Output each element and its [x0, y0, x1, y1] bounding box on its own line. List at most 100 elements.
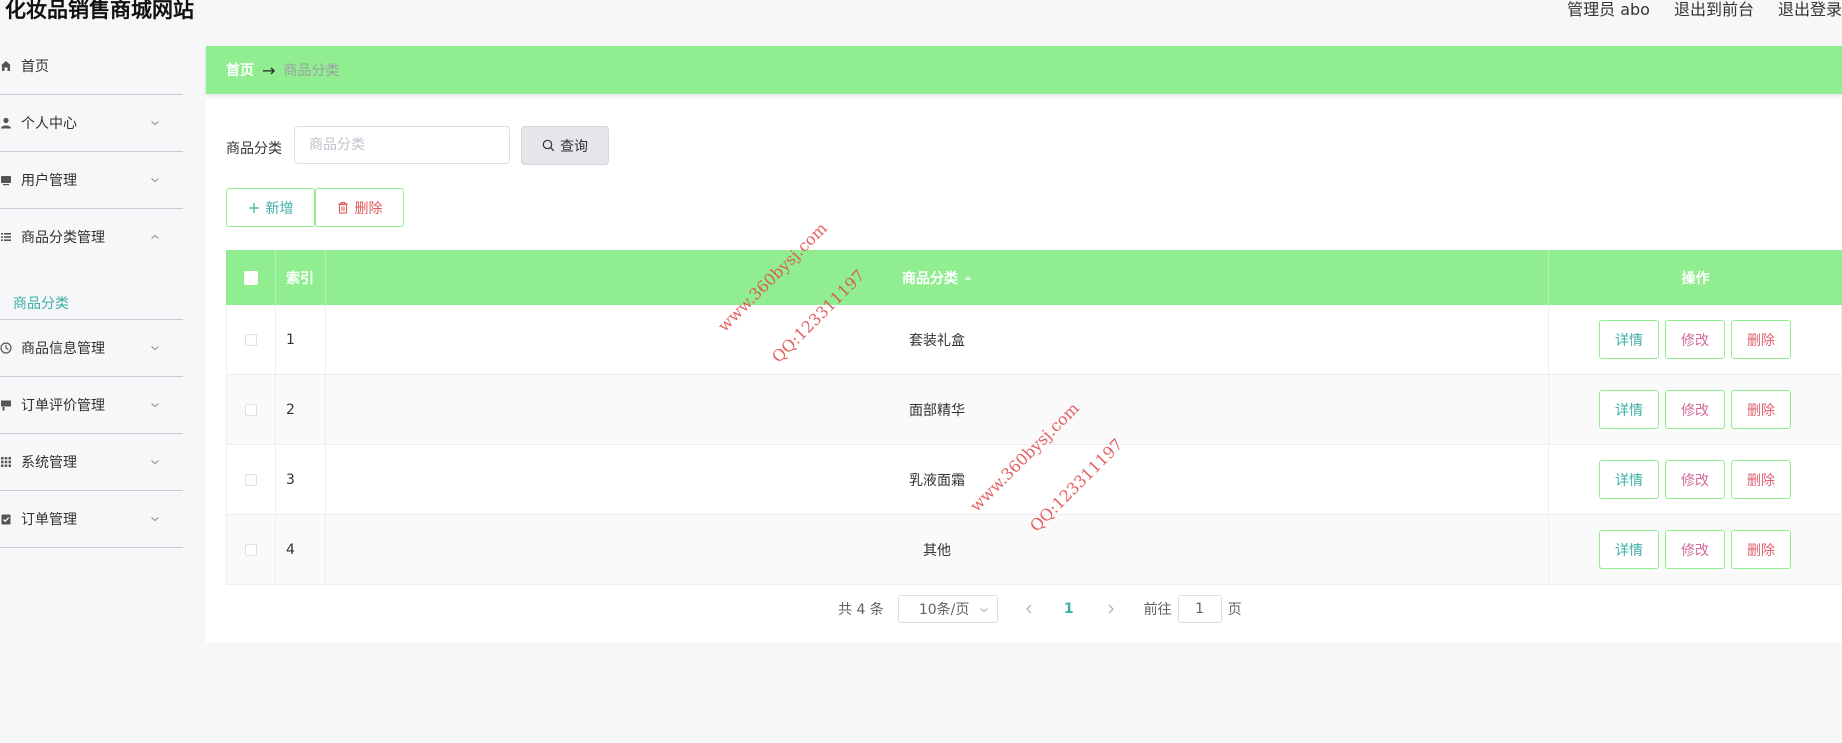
page-number-current[interactable]: 1 — [1064, 601, 1074, 617]
edit-button[interactable]: 修改 — [1665, 460, 1725, 499]
page-size-value: 10条/页 — [918, 602, 970, 618]
site-title: 化妆品销售商城网站 — [5, 0, 194, 22]
grid-icon — [1, 457, 11, 467]
header-ops: 操作 — [1681, 270, 1710, 287]
row-checkbox[interactable] — [245, 543, 257, 556]
search-button-label: 查询 — [560, 138, 588, 155]
chevron-down-icon — [151, 403, 159, 408]
card-icon — [1, 176, 11, 186]
sidebar-item-category-management-header[interactable]: 商品分类管理 — [0, 209, 183, 265]
sidebar: 首页 个人中心 用户管理 商品分类管理 商品分类 商品信息管理 订单评价管理 系… — [0, 38, 183, 743]
breadcrumb-current: 商品分类 — [283, 63, 340, 79]
plus-icon — [248, 202, 259, 213]
page-jump-input[interactable] — [1177, 595, 1222, 623]
row-ops: 详情 修改 删除 — [1549, 445, 1842, 514]
delete-button[interactable]: 删除 — [1731, 460, 1791, 499]
sidebar-item-personal[interactable]: 个人中心 — [0, 95, 183, 152]
list-icon — [1, 233, 11, 241]
sidebar-item-label: 商品信息管理 — [21, 341, 105, 357]
header-checkbox-cell — [226, 250, 276, 305]
delete-button[interactable]: 删除 — [1731, 320, 1791, 359]
sidebar-item-orders[interactable]: 订单管理 — [0, 491, 183, 548]
edit-button[interactable]: 修改 — [1665, 530, 1725, 569]
row-category: 乳液面霜 — [326, 445, 1549, 514]
table-row: 1 套装礼盒 详情 修改 删除 — [226, 305, 1842, 375]
table-row: 4 其他 详情 修改 删除 — [226, 515, 1842, 585]
sidebar-item-label: 首页 — [21, 59, 49, 75]
breadcrumb: 首页 → 商品分类 — [206, 46, 1842, 94]
detail-button[interactable]: 详情 — [1599, 320, 1659, 359]
edit-button[interactable]: 修改 — [1665, 390, 1725, 429]
exit-to-front-link[interactable]: 退出到前台 — [1674, 0, 1754, 20]
row-ops: 详情 修改 删除 — [1549, 305, 1842, 374]
row-checkbox-cell — [226, 445, 276, 514]
row-index: 1 — [276, 305, 326, 374]
chevron-down-icon — [979, 608, 988, 613]
row-checkbox-cell — [226, 515, 276, 584]
sidebar-item-label: 用户管理 — [21, 173, 77, 189]
chevron-down-icon — [151, 346, 159, 351]
sort-caret-icon[interactable] — [964, 275, 972, 280]
pagination-total: 共 4 条 — [838, 602, 884, 618]
sidebar-item-users[interactable]: 用户管理 — [0, 152, 183, 209]
sidebar-item-system[interactable]: 系统管理 — [0, 434, 183, 491]
header-category[interactable]: 商品分类 — [326, 250, 1549, 305]
row-index: 4 — [276, 515, 326, 584]
delete-button[interactable]: 删除 — [1731, 390, 1791, 429]
chevron-right-icon[interactable] — [1104, 602, 1118, 616]
search-button[interactable]: 查询 — [521, 126, 609, 165]
header-index: 索引 — [276, 250, 326, 305]
table-header: 索引 商品分类 操作 — [226, 250, 1842, 305]
table-row: 3 乳液面霜 详情 修改 删除 — [226, 445, 1842, 515]
add-button[interactable]: 新增 — [226, 188, 315, 227]
row-category: 其他 — [326, 515, 1549, 584]
sidebar-item-order-review[interactable]: 订单评价管理 — [0, 377, 183, 434]
search-icon — [542, 139, 555, 152]
page-size-select[interactable]: 10条/页 — [897, 595, 998, 623]
home-icon — [1, 61, 11, 71]
clipboard-check-icon — [1, 514, 11, 525]
detail-button[interactable]: 详情 — [1599, 460, 1659, 499]
select-all-checkbox[interactable] — [243, 270, 258, 285]
row-index: 3 — [276, 445, 326, 514]
pagination: 共 4 条 10条/页 1 前往 页 — [838, 595, 1242, 623]
main-content: 首页 → 商品分类 商品分类 查询 新增 删除 索引 商品分类 操作 — [206, 46, 1842, 643]
logout-link[interactable]: 退出登录 — [1778, 0, 1842, 20]
chevron-left-icon[interactable] — [1022, 602, 1036, 616]
breadcrumb-home[interactable]: 首页 — [226, 60, 254, 80]
row-checkbox-cell — [226, 375, 276, 444]
detail-button[interactable]: 详情 — [1599, 390, 1659, 429]
chevron-down-icon — [151, 121, 159, 126]
detail-button[interactable]: 详情 — [1599, 530, 1659, 569]
sidebar-item-label: 订单管理 — [21, 512, 77, 528]
top-bar: 化妆品销售商城网站 管理员 abo 退出到前台 退出登录 — [0, 0, 1842, 38]
admin-name: 管理员 abo — [1567, 0, 1650, 19]
edit-button[interactable]: 修改 — [1665, 320, 1725, 359]
chevron-down-icon — [151, 460, 159, 465]
chevron-down-icon — [151, 517, 159, 522]
sidebar-subitem-category[interactable]: 商品分类 — [13, 293, 69, 313]
header-category-label: 商品分类 — [902, 270, 958, 287]
add-button-label: 新增 — [265, 200, 294, 217]
sidebar-item-label: 订单评价管理 — [21, 398, 105, 414]
search-input[interactable] — [294, 126, 510, 164]
sidebar-item-category-management: 商品分类管理 商品分类 — [0, 209, 183, 320]
row-checkbox[interactable] — [245, 333, 257, 346]
trash-icon — [337, 201, 348, 214]
category-table: 索引 商品分类 操作 1 套装礼盒 详情 修改 删除 2 面部精华 详情 修改 … — [226, 250, 1842, 585]
sidebar-item-label: 个人中心 — [21, 116, 77, 132]
clock-icon — [0, 342, 12, 354]
sidebar-item-product-info[interactable]: 商品信息管理 — [0, 320, 183, 377]
comment-icon — [1, 400, 11, 411]
row-category: 面部精华 — [326, 375, 1549, 444]
delete-button[interactable]: 删除 — [1731, 530, 1791, 569]
page-suffix: 页 — [1227, 602, 1242, 618]
batch-delete-button[interactable]: 删除 — [315, 188, 404, 227]
row-checkbox[interactable] — [245, 403, 257, 416]
chevron-up-icon — [151, 234, 159, 239]
top-right-links: 管理员 abo 退出到前台 退出登录 — [1567, 0, 1842, 20]
batch-delete-button-label: 删除 — [354, 200, 383, 217]
chevron-down-icon — [151, 178, 159, 183]
sidebar-item-home[interactable]: 首页 — [0, 38, 183, 95]
row-checkbox[interactable] — [245, 473, 257, 486]
